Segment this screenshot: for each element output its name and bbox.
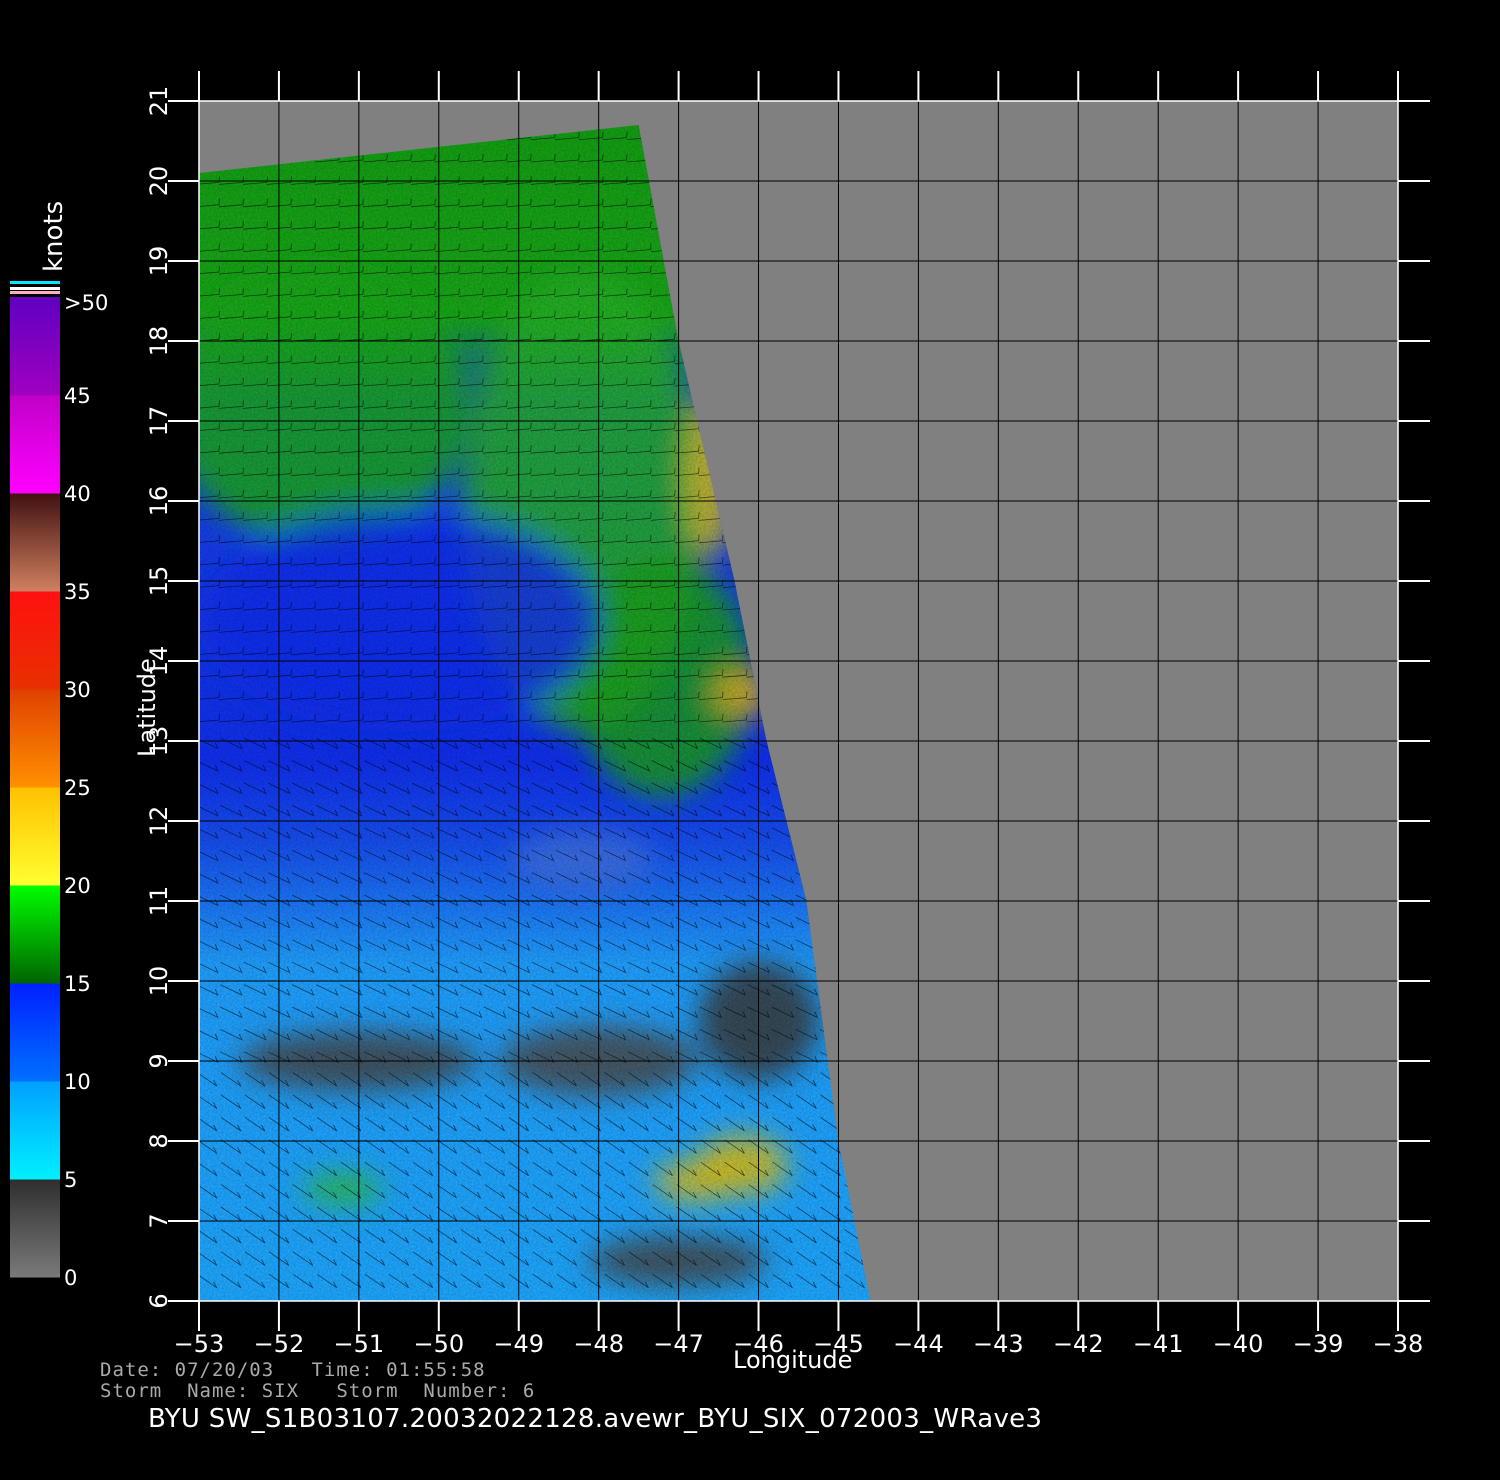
colorbar-band bbox=[10, 885, 60, 984]
colorbar-band bbox=[10, 1081, 60, 1180]
colorbar-band bbox=[10, 983, 60, 1082]
colorbar-band bbox=[10, 1179, 60, 1278]
colorbar-band bbox=[10, 591, 60, 690]
colorbar-cap-cyan bbox=[10, 281, 60, 284]
x-tick-label: −40 bbox=[1213, 1330, 1264, 1358]
y-tick-label: 21 bbox=[145, 86, 173, 117]
colorbar-band bbox=[10, 787, 60, 886]
y-tick-label: 19 bbox=[145, 246, 173, 277]
colorbar-band bbox=[10, 395, 60, 494]
y-tick-label: 7 bbox=[145, 1213, 173, 1228]
x-tick-label: −47 bbox=[653, 1330, 704, 1358]
y-tick-label: 9 bbox=[145, 1053, 173, 1068]
colorbar-cap-pink bbox=[10, 291, 60, 294]
y-tick-label: 12 bbox=[145, 806, 173, 837]
storm-info-line: Storm Name: SIX Storm Number: 6 bbox=[100, 1380, 536, 1402]
y-tick-label: 17 bbox=[145, 406, 173, 437]
y-tick-label: 10 bbox=[145, 966, 173, 997]
y-tick-label: 6 bbox=[145, 1293, 173, 1308]
x-tick-label: −50 bbox=[413, 1330, 464, 1358]
x-tick-label: −43 bbox=[973, 1330, 1024, 1358]
colorbar-tick-label: 30 bbox=[64, 678, 91, 702]
y-tick-label: 15 bbox=[145, 566, 173, 597]
colorbar-top-label: >50 bbox=[64, 291, 108, 315]
colorbar-cap-white bbox=[10, 287, 60, 290]
colorbar-tick-label: 40 bbox=[64, 482, 91, 506]
x-tick-label: −39 bbox=[1293, 1330, 1344, 1358]
colorbar-tick-label: 5 bbox=[64, 1168, 77, 1192]
y-tick-label: 16 bbox=[145, 486, 173, 517]
wind-map-figure: −53 −52 −51 −50 −49 −48 −47 −46 −45 −44 −43 −42 −41−… bbox=[10, 71, 1430, 1374]
colorbar: knots >50 45 40 35 30 25 20 15 10 5 0 bbox=[10, 201, 108, 1290]
product-filename: BYU SW_S1B03107.20032022128.avewr_BYU_SI… bbox=[148, 1404, 1043, 1434]
colorbar-tick-label: 45 bbox=[64, 384, 91, 408]
x-tick-label: −51 bbox=[334, 1330, 385, 1358]
x-tick-label: −48 bbox=[573, 1330, 624, 1358]
colorbar-tick-label: 25 bbox=[64, 776, 91, 800]
y-tick-label: 20 bbox=[145, 166, 173, 197]
x-tick-label: −53 bbox=[174, 1330, 225, 1358]
colorbar-band bbox=[10, 297, 60, 396]
x-tick-label: −38 bbox=[1373, 1330, 1424, 1358]
colorbar-tick-label: 15 bbox=[64, 972, 91, 996]
colorbar-tick-label: 10 bbox=[64, 1070, 91, 1094]
map-panel: −53 −52 −51 −50 −49 −48 −47 −46 −45 −44 −43 −42 −41−… bbox=[145, 71, 1430, 1358]
colorbar-tick-label: 0 bbox=[64, 1266, 77, 1290]
colorbar-tick-label: 35 bbox=[64, 580, 91, 604]
y-tick-label: 18 bbox=[145, 326, 173, 357]
colorbar-band bbox=[10, 493, 60, 592]
colorbar-band bbox=[10, 689, 60, 788]
x-tick-label: −44 bbox=[893, 1330, 944, 1358]
x-tick-label: −42 bbox=[1053, 1330, 1104, 1358]
x-axis-title: Longitude bbox=[733, 1346, 852, 1374]
colorbar-tick-label: 20 bbox=[64, 874, 91, 898]
date-time-line: Date: 07/20/03 Time: 01:55:58 bbox=[100, 1359, 486, 1381]
y-tick-label: 11 bbox=[145, 886, 173, 917]
y-tick-label: 8 bbox=[145, 1133, 173, 1148]
x-tick-label: −52 bbox=[254, 1330, 305, 1358]
x-tick-label: −41 bbox=[1133, 1330, 1184, 1358]
colorbar-unit: knots bbox=[39, 201, 69, 272]
x-tick-label: −49 bbox=[493, 1330, 544, 1358]
y-axis-title: Latitude bbox=[133, 658, 161, 757]
